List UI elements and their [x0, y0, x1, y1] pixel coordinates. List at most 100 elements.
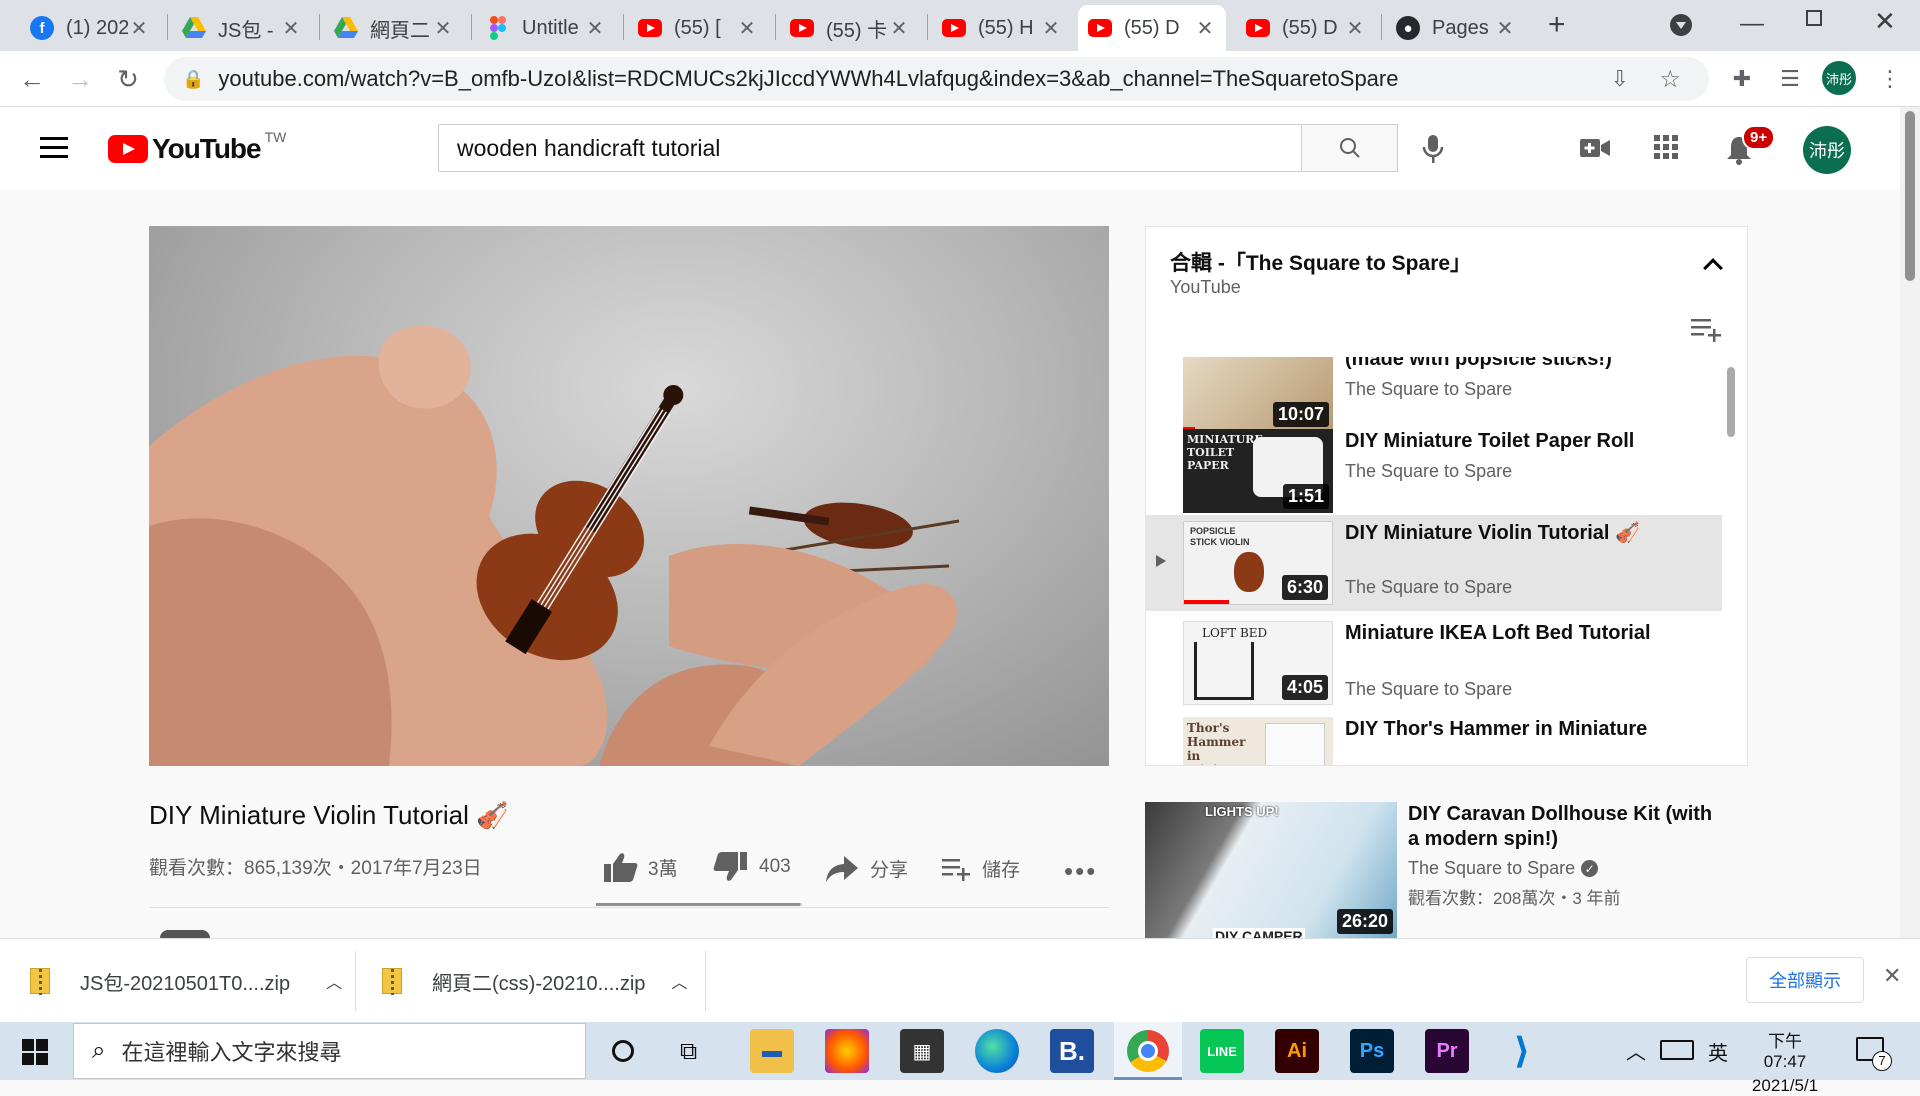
close-icon[interactable]: ✕: [432, 16, 454, 41]
tab-search-button[interactable]: [1670, 14, 1692, 36]
extensions-icon[interactable]: ✚: [1724, 61, 1760, 97]
keyboard-icon[interactable]: [1660, 1040, 1694, 1060]
premiere-icon[interactable]: Pr: [1425, 1029, 1469, 1073]
profile-avatar[interactable]: 沛彤: [1822, 61, 1856, 95]
close-icon[interactable]: ✕: [1194, 16, 1216, 41]
search-input[interactable]: wooden handicraft tutorial: [438, 124, 1302, 172]
firefox-icon[interactable]: [825, 1029, 869, 1073]
close-icon[interactable]: ✕: [584, 16, 606, 41]
playlist-subtitle: YouTube: [1170, 277, 1241, 297]
playlist-item[interactable]: MINIATURE TOILET PAPER 1:51 DIY Miniatur…: [1146, 429, 1723, 525]
youtube-logo[interactable]: YouTube TW: [108, 129, 286, 165]
dislike-button[interactable]: 403: [713, 852, 791, 882]
playlist-scrollbar-thumb[interactable]: [1727, 367, 1735, 437]
minimize-button[interactable]: —: [1740, 10, 1764, 38]
playlist-item[interactable]: Thor's Hammer in miniature DIY Thor's Ha…: [1146, 717, 1723, 765]
sentiment-bar-fill: [596, 903, 800, 906]
vscode-icon[interactable]: ⟩: [1500, 1029, 1544, 1073]
save-button[interactable]: 儲存: [942, 855, 1020, 882]
install-app-icon[interactable]: ⇩: [1611, 66, 1629, 92]
browser-tab-active[interactable]: (55) D ✕: [1078, 5, 1226, 51]
divider: [705, 951, 706, 1011]
cortana-icon[interactable]: [612, 1040, 634, 1062]
close-icon[interactable]: ✕: [1344, 16, 1366, 41]
share-arrow-icon: [826, 855, 858, 882]
page-scrollbar[interactable]: [1900, 107, 1920, 938]
browser-tab[interactable]: Untitle ✕: [476, 5, 616, 51]
bookmark-star-icon[interactable]: ☆: [1659, 65, 1681, 94]
forward-button[interactable]: →: [62, 61, 98, 97]
browser-tab-strip: f (1) 202 ✕ JS包 - ( ✕ 網頁二 ✕ Untitle ✕ (5…: [0, 0, 1920, 51]
create-video-icon[interactable]: [1580, 137, 1610, 164]
windows-start-icon[interactable]: [22, 1039, 48, 1065]
hamburger-menu-icon[interactable]: [40, 137, 68, 158]
edge-icon[interactable]: [975, 1029, 1019, 1073]
page-scrollbar-thumb[interactable]: [1905, 111, 1915, 281]
file-explorer-icon[interactable]: ▬: [750, 1029, 794, 1073]
restore-button[interactable]: [1806, 10, 1822, 26]
chevron-up-icon[interactable]: ︿: [326, 969, 342, 993]
photoshop-icon[interactable]: Ps: [1350, 1029, 1394, 1073]
video-player[interactable]: [149, 226, 1109, 766]
media-control-icon[interactable]: ☰: [1772, 61, 1808, 97]
illustrator-icon[interactable]: Ai: [1275, 1029, 1319, 1073]
more-actions-icon[interactable]: •••: [1064, 856, 1097, 887]
youtube-icon: [638, 19, 662, 37]
browser-tab[interactable]: (55) [ ✕: [628, 5, 768, 51]
browser-tab[interactable]: f (1) 202 ✕: [20, 5, 160, 51]
apps-grid-icon[interactable]: [1654, 135, 1678, 164]
show-all-downloads-button[interactable]: 全部顯示: [1746, 957, 1864, 1003]
close-icon[interactable]: ✕: [1494, 16, 1516, 41]
browser-tab[interactable]: ● Pages ✕: [1386, 5, 1526, 51]
microsoft-store-icon[interactable]: ▦: [900, 1029, 944, 1073]
back-button[interactable]: ←: [14, 61, 50, 97]
close-icon[interactable]: ✕: [280, 16, 302, 41]
share-button[interactable]: 分享: [826, 855, 908, 882]
account-avatar[interactable]: 沛彤: [1803, 126, 1851, 174]
youtube-logo-icon: [108, 135, 148, 163]
playlist-item-now-playing[interactable]: POPSICLE STICK VIOLIN 6:30 DIY Miniature…: [1146, 515, 1722, 611]
b-app-icon[interactable]: B.: [1050, 1029, 1094, 1073]
google-drive-icon: [334, 16, 358, 40]
close-icon[interactable]: ✕: [1040, 16, 1062, 41]
lock-icon: 🔒: [182, 68, 205, 89]
close-icon[interactable]: ✕: [128, 16, 150, 41]
now-playing-indicator-icon: [1156, 555, 1166, 567]
close-icon[interactable]: ✕: [736, 16, 758, 41]
chevron-down-icon: [1676, 22, 1686, 29]
browser-tab[interactable]: JS包 - ( ✕: [172, 5, 312, 51]
new-tab-button[interactable]: +: [1548, 8, 1566, 42]
ime-indicator[interactable]: 英: [1708, 1037, 1728, 1066]
chrome-taskbar-active[interactable]: [1114, 1022, 1182, 1080]
close-downloads-icon[interactable]: ✕: [1883, 963, 1901, 989]
download-item[interactable]: JS包-20210501T0....zip ︿: [30, 939, 342, 1023]
more-menu-icon[interactable]: ⋮: [1872, 61, 1908, 97]
browser-tab[interactable]: (55) 卡 ✕: [780, 5, 920, 51]
window-close-button[interactable]: ✕: [1874, 6, 1896, 37]
playlist-item[interactable]: LOFT BED 4:05 Miniature IKEA Loft Bed Tu…: [1146, 621, 1723, 717]
clock[interactable]: 下午 07:47 2021/5/1: [1745, 1027, 1825, 1096]
collapse-chevron-icon[interactable]: [1703, 258, 1723, 278]
divider: [355, 951, 356, 1011]
browser-tab[interactable]: 網頁二 ✕: [324, 5, 464, 51]
save-playlist-icon[interactable]: [1691, 317, 1723, 348]
browser-tab[interactable]: (55) D ✕: [1236, 5, 1376, 51]
reload-button[interactable]: ↻: [110, 61, 146, 97]
download-item[interactable]: 網頁二(css)-20210....zip ︿: [382, 939, 687, 1023]
like-button[interactable]: 3萬: [604, 852, 678, 882]
browser-tab[interactable]: (55) H ✕: [932, 5, 1072, 51]
task-view-icon[interactable]: ⧉: [680, 1038, 697, 1066]
taskbar-search-box[interactable]: ⌕ 在這裡輸入文字來搜尋: [73, 1023, 586, 1079]
address-bar[interactable]: 🔒 youtube.com/watch?v=B_omfb-UzoI&list=R…: [164, 57, 1709, 101]
recommended-video[interactable]: LIGHTS UP! DIY CAMPER 26:20 DIY Caravan …: [1145, 802, 1745, 938]
search-button[interactable]: [1302, 124, 1398, 172]
video-thumbnail: MINIATURE TOILET PAPER 1:51: [1183, 429, 1333, 513]
tray-chevron-up-icon[interactable]: ︿: [1626, 1036, 1646, 1065]
youtube-icon: [1246, 19, 1270, 37]
action-center-icon[interactable]: 7: [1856, 1037, 1892, 1071]
channel-avatar[interactable]: [160, 930, 210, 938]
close-icon[interactable]: ✕: [888, 16, 910, 41]
line-icon[interactable]: LINE: [1200, 1029, 1244, 1073]
microphone-icon[interactable]: [1420, 133, 1446, 170]
chevron-up-icon[interactable]: ︿: [671, 969, 687, 993]
